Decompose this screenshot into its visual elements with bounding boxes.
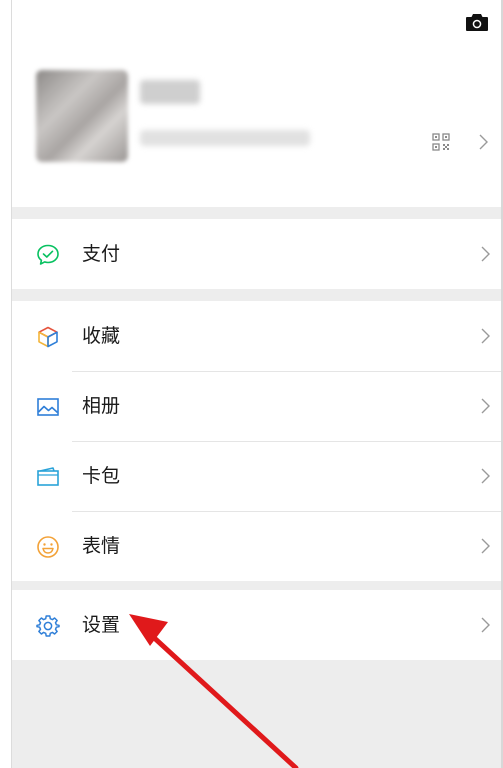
chevron-right-icon [479, 134, 488, 150]
qr-code-icon[interactable] [432, 133, 450, 151]
menu-item-album[interactable]: 相册 [12, 371, 501, 441]
album-picture-icon [37, 398, 59, 416]
gear-icon [36, 615, 60, 637]
pay-icon [37, 244, 59, 265]
menu-item-label: 收藏 [82, 325, 121, 347]
avatar[interactable] [36, 70, 128, 162]
chevron-right-icon [481, 328, 490, 344]
menu-item-pay[interactable]: 支付 [12, 219, 501, 289]
chevron-right-icon [481, 398, 490, 414]
menu-item-label: 卡包 [82, 465, 121, 487]
chevron-right-icon [481, 246, 490, 262]
menu-item-cards[interactable]: 卡包 [12, 441, 501, 511]
chevron-right-icon [481, 468, 490, 484]
smiley-face-icon [37, 536, 59, 558]
left-frame-edge [0, 0, 12, 768]
profile-header[interactable] [12, 0, 501, 207]
favorites-cube-icon [38, 326, 58, 348]
settings-group: 设置 [12, 590, 501, 660]
profile-wechat-id [140, 130, 310, 146]
menu-item-label: 表情 [82, 535, 121, 557]
menu-item-stickers[interactable]: 表情 [12, 511, 501, 581]
menu-item-favorites[interactable]: 收藏 [12, 301, 501, 371]
menu-item-settings[interactable]: 设置 [12, 590, 501, 660]
menu-item-label: 设置 [82, 614, 121, 636]
features-group: 收藏 相册 卡包 表情 [12, 301, 501, 581]
menu-item-label: 相册 [82, 395, 121, 417]
profile-nickname [140, 80, 200, 104]
chevron-right-icon [481, 538, 490, 554]
camera-icon[interactable] [465, 12, 489, 32]
menu-item-label: 支付 [82, 243, 121, 265]
card-wallet-icon [37, 467, 59, 486]
chevron-right-icon [481, 617, 490, 633]
pay-group: 支付 [12, 219, 501, 289]
